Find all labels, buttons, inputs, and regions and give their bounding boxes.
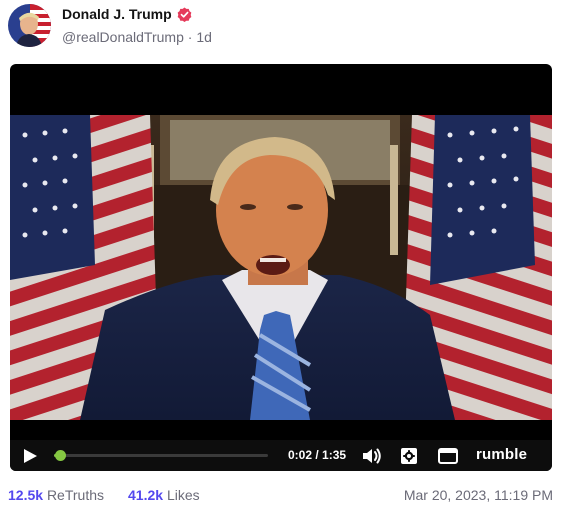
video-controls: 0:02 / 1:35 rumble [10, 440, 552, 471]
progress-knob[interactable] [55, 450, 67, 461]
time-display: 0:02 / 1:35 [288, 448, 347, 462]
volume-icon[interactable] [362, 447, 382, 465]
progress-bar[interactable] [54, 450, 268, 461]
retruths-label: ReTruths [46, 487, 104, 503]
retruths-count: 12.5k [8, 487, 44, 503]
post-age[interactable]: 1d [196, 29, 212, 45]
likes-stat[interactable]: 41.2k Likes [128, 487, 200, 503]
likes-count: 41.2k [128, 487, 164, 503]
video-player[interactable]: 0:02 / 1:35 rumble [10, 64, 552, 471]
settings-icon[interactable] [400, 447, 418, 465]
rumble-logo[interactable]: rumble [476, 446, 527, 463]
video-frame[interactable] [10, 115, 552, 420]
avatar[interactable] [8, 4, 51, 47]
retruths-stat[interactable]: 12.5k ReTruths [8, 487, 104, 503]
author-name-row[interactable]: Donald J. Trump [62, 6, 192, 22]
author-name[interactable]: Donald J. Trump [62, 6, 172, 22]
author-handle[interactable]: @realDonaldTrump [62, 29, 184, 45]
play-icon[interactable] [22, 448, 38, 464]
fullscreen-icon[interactable] [438, 448, 458, 464]
separator-dot: · [187, 29, 193, 45]
handle-row: @realDonaldTrump · 1d [62, 29, 212, 45]
post-timestamp[interactable]: Mar 20, 2023, 11:19 PM [404, 487, 553, 503]
verified-badge-icon [177, 6, 192, 22]
likes-label: Likes [166, 487, 200, 503]
